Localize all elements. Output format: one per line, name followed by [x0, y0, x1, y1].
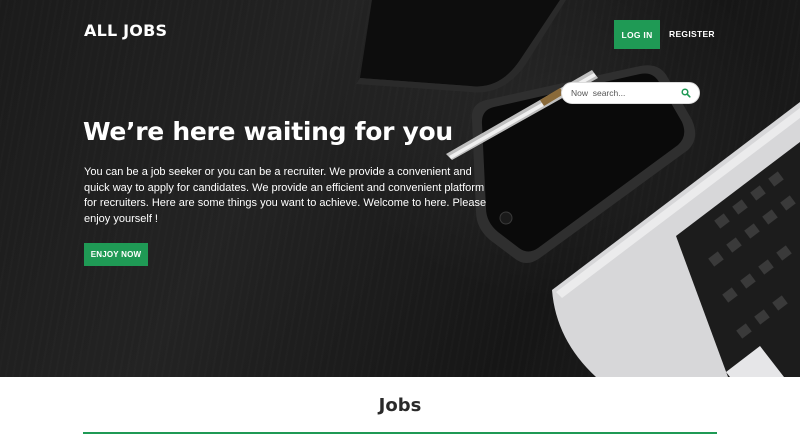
notebook-image [356, 0, 566, 93]
login-button[interactable]: LOG IN [614, 20, 660, 49]
jobs-section: Jobs [0, 377, 800, 446]
jobs-title-divider [83, 432, 717, 434]
search-button[interactable] [681, 88, 691, 98]
register-link[interactable]: REGISTER [669, 29, 715, 39]
hero-banner: ALL JOBS LOG IN REGISTER We’re here wait… [0, 0, 800, 377]
hero-headline: We’re here waiting for you [83, 117, 453, 146]
search-input[interactable] [571, 88, 681, 98]
jobs-section-title: Jobs [378, 395, 422, 416]
enjoy-now-button[interactable]: ENJOY NOW [84, 243, 148, 266]
search-bar [561, 82, 700, 104]
search-icon [681, 88, 691, 98]
site-logo[interactable]: ALL JOBS [84, 21, 167, 40]
hero-intro-text: You can be a job seeker or you can be a … [84, 166, 487, 225]
